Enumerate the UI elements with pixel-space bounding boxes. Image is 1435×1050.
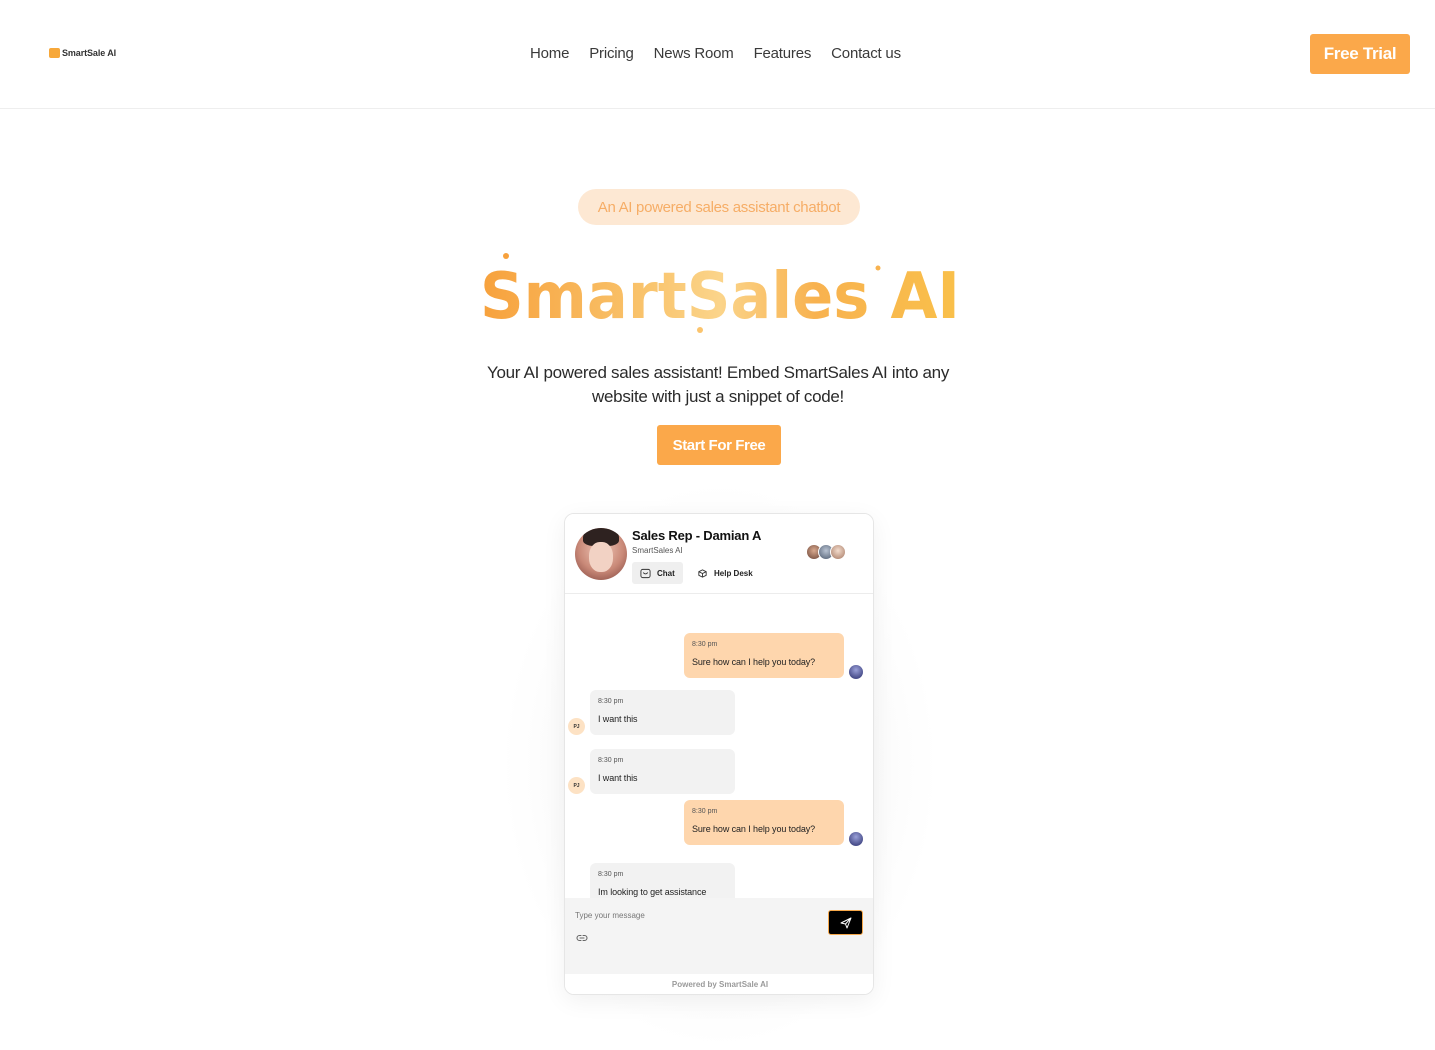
message-time: 8:30 pm	[692, 808, 718, 815]
message-text: Im looking to get assistance	[598, 887, 707, 897]
attach-link-icon[interactable]	[575, 931, 589, 945]
rep-name: Sales Rep - Damian A	[632, 528, 762, 543]
nav-features[interactable]: Features	[754, 45, 812, 62]
subtitle-line-2: website with just a snippet of code!	[592, 387, 844, 406]
chat-widget: Sales Rep - Damian A SmartSales AI Chat …	[564, 513, 874, 995]
brand-node-icon	[875, 265, 881, 271]
message-text: I want this	[598, 714, 638, 724]
message-text: Sure how can I help you today?	[692, 657, 816, 667]
logo[interactable]: SmartSale AI	[49, 48, 116, 58]
brand-node-icon	[697, 327, 703, 333]
brand-wordmark: SmartSales AI	[480, 253, 960, 334]
logo-icon	[49, 48, 60, 58]
help-desk-icon	[698, 568, 707, 578]
message-time: 8:30 pm	[598, 698, 624, 705]
free-trial-button[interactable]: Free Trial	[1310, 34, 1410, 74]
message-text: Sure how can I help you today?	[692, 824, 816, 834]
message-text: I want this	[598, 773, 638, 783]
tab-help-desk[interactable]: Help Desk	[689, 562, 761, 584]
nav-pricing[interactable]: Pricing	[589, 45, 634, 62]
powered-by: Powered by SmartSale AI	[565, 974, 873, 994]
chat-messages: 8:30 pm Sure how can I help you today? 8…	[565, 595, 873, 898]
start-for-free-button[interactable]: Start For Free	[657, 425, 781, 465]
logo-text: SmartSale AI	[62, 48, 116, 58]
user-message: 8:30 pm I want this	[590, 749, 735, 794]
tagline-pill: An AI powered sales assistant chatbot	[578, 189, 860, 225]
team-avatar	[830, 544, 846, 560]
site-header: SmartSale AI Home Pricing News Room Feat…	[0, 0, 1435, 109]
team-avatars	[806, 544, 850, 562]
tab-chat-label: Chat	[657, 568, 675, 578]
user-avatar: PJ	[568, 718, 585, 735]
message-composer	[565, 898, 873, 974]
rep-message: 8:30 pm Sure how can I help you today?	[684, 633, 844, 678]
message-time: 8:30 pm	[598, 871, 624, 878]
tab-chat[interactable]: Chat	[632, 562, 683, 584]
chat-icon	[640, 568, 651, 578]
message-time: 8:30 pm	[692, 641, 718, 648]
tab-help-desk-label: Help Desk	[714, 568, 753, 578]
nav-news-room[interactable]: News Room	[654, 45, 734, 62]
chat-header: Sales Rep - Damian A SmartSales AI Chat …	[565, 514, 873, 594]
rep-small-avatar	[849, 832, 863, 846]
user-message: 8:30 pm I want this	[590, 690, 735, 735]
rep-message: 8:30 pm Sure how can I help you today?	[684, 800, 844, 845]
nav-home[interactable]: Home	[530, 45, 569, 62]
message-time: 8:30 pm	[598, 757, 624, 764]
message-input[interactable]	[575, 908, 775, 922]
rep-avatar	[575, 528, 627, 580]
hero-subtitle: Your AI powered sales assistant! Embed S…	[468, 361, 968, 409]
main-nav: Home Pricing News Room Features Contact …	[530, 45, 901, 62]
send-icon	[840, 917, 851, 928]
nav-contact-us[interactable]: Contact us	[831, 45, 901, 62]
subtitle-line-1: Your AI powered sales assistant! Embed S…	[486, 363, 950, 382]
user-avatar: PJ	[568, 777, 585, 794]
user-message: 8:30 pm Im looking to get assistance	[590, 863, 735, 898]
brand-node-icon	[503, 253, 509, 259]
rep-company: SmartSales AI	[632, 546, 683, 555]
rep-small-avatar	[849, 665, 863, 679]
brand-text: SmartSales AI	[480, 260, 960, 334]
send-button[interactable]	[828, 910, 863, 935]
